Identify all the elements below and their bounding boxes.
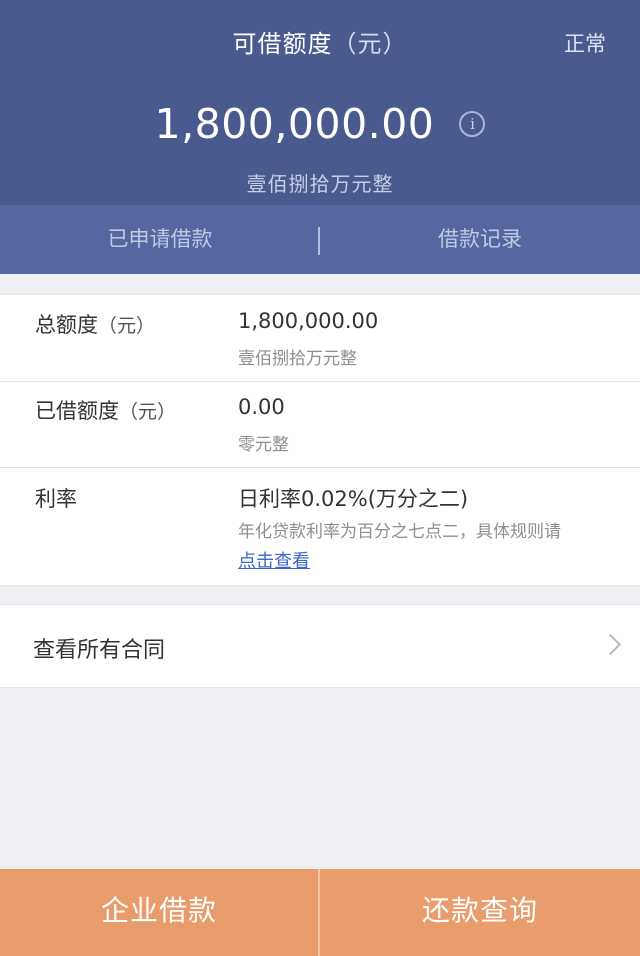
header-summary: 可借额度（元） 正常 1,800,000.00 i 壹佰捌拾万元整 <box>0 0 640 205</box>
credit-details-card: 总额度（元） 1,800,000.00 壹佰捌拾万元整 已借额度（元） 0.00… <box>0 294 640 586</box>
chevron-right-icon <box>599 633 622 656</box>
total-limit-value: 1,800,000.00 <box>238 309 379 333</box>
page-title-text: 可借额度 <box>232 30 333 58</box>
view-rules-link[interactable]: 点击查看 <box>238 547 310 573</box>
total-limit-unit: （元） <box>98 315 156 337</box>
borrowed-amount-unit: （元） <box>119 401 177 423</box>
available-amount: 1,800,000.00 <box>154 100 435 148</box>
header-tabs: 已申请借款 借款记录 <box>0 205 640 274</box>
total-limit-label-text: 总额度 <box>35 313 98 337</box>
status-badge: 正常 <box>564 32 606 56</box>
row-divider <box>0 381 640 382</box>
interest-rate-note: 年化贷款利率为百分之七点二，具体规则请 <box>238 522 561 542</box>
tab-loan-records[interactable]: 借款记录 <box>320 205 640 274</box>
available-amount-words: 壹佰捌拾万元整 <box>246 172 394 196</box>
borrowed-amount-label: 已借额度（元） <box>35 395 176 425</box>
borrowed-amount-label-text: 已借额度 <box>35 399 119 423</box>
total-limit-words: 壹佰捌拾万元整 <box>238 349 357 369</box>
interest-rate-value: 日利率0.02%(万分之二) <box>238 487 469 511</box>
bottom-action-bar: 企业借款 还款查询 <box>0 869 640 956</box>
tab-applied-loans[interactable]: 已申请借款 <box>0 205 320 274</box>
page-title: 可借额度（元） <box>0 24 640 59</box>
view-all-contracts-row[interactable]: 查看所有合同 <box>0 604 640 688</box>
enterprise-loan-button[interactable]: 企业借款 <box>0 869 318 956</box>
header: 可借额度（元） 正常 1,800,000.00 i 壹佰捌拾万元整 已申请借款 … <box>0 0 640 274</box>
row-divider <box>0 467 640 468</box>
total-limit-label: 总额度（元） <box>35 309 155 339</box>
available-amount-row: 1,800,000.00 i <box>0 100 640 156</box>
view-all-contracts-label: 查看所有合同 <box>33 638 166 663</box>
page-title-unit: （元） <box>332 30 408 58</box>
interest-rate-label: 利率 <box>35 487 77 511</box>
borrowed-amount-value: 0.00 <box>238 395 285 419</box>
borrowed-amount-words: 零元整 <box>238 435 289 455</box>
repayment-query-button[interactable]: 还款查询 <box>320 869 640 956</box>
info-icon[interactable]: i <box>459 111 486 137</box>
